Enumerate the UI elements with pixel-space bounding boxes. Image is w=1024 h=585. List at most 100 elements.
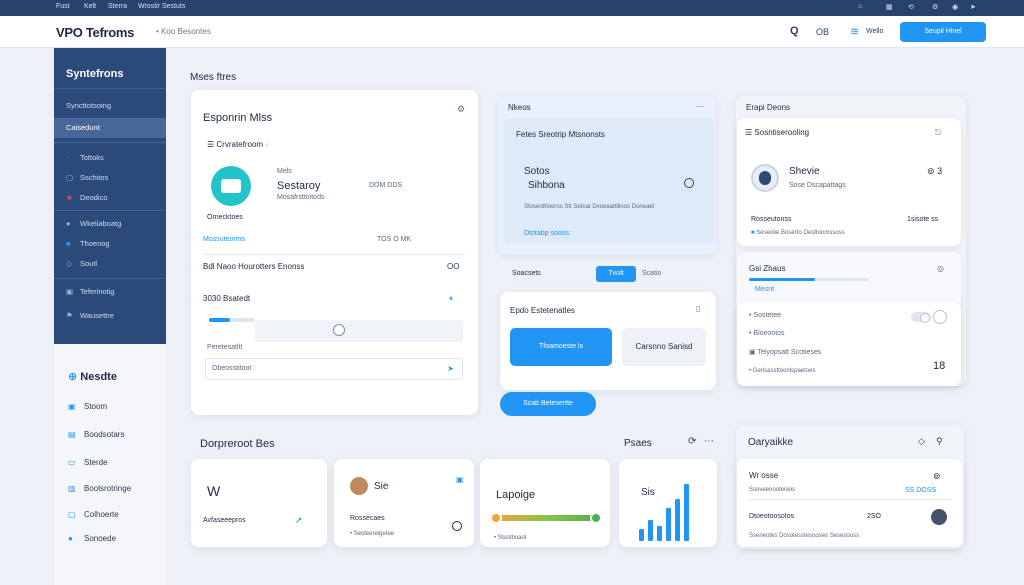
sidebar-item[interactable]: ● Wkeliaboatg (54, 214, 166, 234)
link-icon[interactable]: ⎋ (935, 128, 941, 138)
toggle-icon[interactable]: ◇ (918, 436, 925, 447)
app-number: DOM DDS (369, 182, 403, 189)
info-icon[interactable]: ◎ (937, 264, 944, 273)
strip-item[interactable]: Fust (56, 3, 70, 10)
secondary-item[interactable]: ▢ Colhoerte (68, 510, 119, 519)
cta-button[interactable]: Scab Betesertte (500, 392, 596, 416)
progress-fill (749, 278, 815, 281)
profile-subtitle: Sose Dscapattags (789, 182, 846, 189)
sidebar-item[interactable]: ★ Deodico (54, 188, 166, 208)
sidebar-item-active[interactable]: Caisedunt (54, 118, 166, 138)
send-icon[interactable]: ➚ (295, 515, 303, 526)
sidebar-item[interactable]: ▢ Sschitos (54, 168, 166, 188)
checkbox-icon[interactable]: ▣ (749, 349, 756, 356)
user-initials[interactable]: OB (816, 27, 829, 37)
pin-icon[interactable]: ⚲ (936, 436, 943, 447)
sidebar-item[interactable]: ▣ Teferinotig (54, 282, 166, 302)
subtitle-text: Crvratefroom (216, 140, 264, 149)
status-badge[interactable]: OO (447, 262, 459, 271)
item-label: Colhoerte (84, 510, 119, 519)
count-text: 3 (937, 166, 943, 176)
sidebar-item[interactable]: ■ Thoenog (54, 234, 166, 254)
app-icon (221, 179, 241, 193)
tab-active[interactable]: Tvolt (596, 266, 636, 282)
nav-icon: ● (68, 534, 73, 543)
sidebar-item[interactable]: · Tottoks (54, 148, 166, 168)
block-icon: ■ (66, 239, 71, 248)
dot-icon: · (66, 153, 69, 162)
strip-item[interactable]: Sterra (108, 3, 127, 10)
send-icon[interactable]: ➤ (447, 364, 454, 373)
secondary-item[interactable]: ▣ Stoom (68, 402, 107, 411)
refresh-icon[interactable]: ⟳ (688, 436, 696, 447)
pause-icon[interactable]: ⏸ (449, 294, 453, 304)
menu-icon[interactable]: ⋯ (696, 102, 704, 111)
secondary-item[interactable]: ▤ Boodsotars (68, 430, 124, 439)
item-label: Boodsotars (84, 430, 125, 439)
secondary-item[interactable]: ▥ Boolsrotringe (68, 484, 131, 493)
actions-card: Epdo Estetenatles ▯ Tfoamoeste ls Carsnn… (500, 292, 716, 390)
settings-icon[interactable] (452, 521, 462, 531)
item-label: Boolsrotringe (84, 484, 132, 493)
bell-icon[interactable]: ⌂ (858, 3, 862, 10)
user-icon[interactable]: ◉ (952, 3, 958, 11)
toggle-switch[interactable] (911, 312, 931, 323)
chart-bar (684, 484, 689, 541)
setting-label: Sostetee (753, 312, 782, 319)
radio-button[interactable] (933, 310, 947, 324)
search-icon[interactable]: Q (790, 25, 799, 37)
sidebar-item-label: Tottoks (80, 153, 104, 162)
more-icon[interactable]: ⋯ (704, 436, 714, 447)
grid-icon[interactable]: ▦ (886, 3, 893, 11)
send-icon[interactable]: ➤ (970, 3, 976, 11)
sidebar-title: Syntefrons (66, 68, 124, 80)
sidebar-item[interactable]: ⚑ Wausettre (54, 306, 166, 326)
feature-link[interactable]: Dtotabp sooos (524, 230, 569, 237)
sidebar-item[interactable]: ◇ Soutl (54, 254, 166, 274)
details-link[interactable]: Mossuteorms (203, 236, 245, 243)
kpi-meta: • Stsotboaot (494, 535, 527, 541)
lock-icon[interactable]: ⊚ (933, 471, 941, 482)
share-icon[interactable]: ⟲ (908, 3, 914, 11)
sidebar-item-label: Caisedunt (66, 123, 100, 132)
sidebar-item-label: Syncttotsoing (66, 101, 112, 110)
strip-item[interactable]: Wrostir Sestuts (138, 3, 185, 10)
info-icon: ◦ (265, 140, 269, 149)
setting-label: Bloeootos (753, 330, 785, 337)
status-row: Bdl Naoo Hourotters Enonss (203, 262, 305, 271)
secondary-item[interactable]: ▭ Sterde (68, 458, 108, 467)
primary-header-button[interactable]: Seupil Hinel (900, 22, 986, 42)
card-link[interactable]: Mesnt (755, 286, 774, 293)
link-meta: TOS O MK (377, 236, 412, 243)
radio-icon[interactable] (684, 178, 694, 188)
slider-panel[interactable] (255, 320, 463, 342)
box-icon: ▣ (66, 287, 74, 296)
wave-label[interactable]: Wello (866, 28, 883, 35)
settings-icon[interactable]: ⚙ (457, 104, 465, 115)
tab-extra[interactable]: Scatio (642, 270, 661, 277)
sidebar-item[interactable]: Syncttotsoing (54, 96, 166, 116)
edit-icon[interactable]: ▯ (696, 304, 700, 313)
sidebar-item-label: Teferinotig (80, 287, 115, 296)
badge-icon[interactable]: ▣ (456, 475, 464, 484)
settings-icon[interactable]: ⚙ (932, 3, 938, 11)
secondary-action-button[interactable]: Carsnno Sanisd (622, 328, 706, 366)
slider-handle[interactable] (333, 324, 345, 336)
profile-count: ⊚ 3 (927, 166, 942, 177)
text-input[interactable]: Obeosstitoot ➤ (205, 358, 463, 380)
breadcrumb[interactable]: • Koo Besontes (156, 27, 211, 36)
kpi-card: Lapoige • Stsotboaot (480, 459, 610, 547)
summary-row-value: SS DOSS (905, 487, 937, 494)
primary-action-button[interactable]: Tfoamoeste ls (510, 328, 612, 366)
tab-label: Soacsets (512, 270, 541, 277)
wave-icon[interactable]: ≋ (850, 25, 859, 38)
bar-start-handle[interactable] (490, 512, 502, 524)
bar-end-handle[interactable] (590, 512, 602, 524)
secondary-item[interactable]: ● Sonoede (68, 534, 116, 543)
nav-icon: ▭ (68, 458, 76, 467)
action-icon[interactable] (931, 509, 947, 525)
strip-item[interactable]: Kelt (84, 3, 96, 10)
app-logo[interactable]: VPO Tefroms (56, 25, 134, 40)
section-label: Ornecktoes (207, 214, 243, 221)
row-label: Rosseutonss (751, 216, 792, 223)
